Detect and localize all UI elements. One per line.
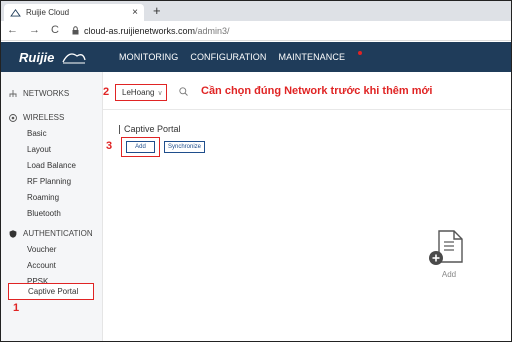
synchronize-button[interactable]: Synchronize — [164, 141, 205, 153]
tab-title: Ruijie Cloud — [26, 8, 70, 17]
add-button[interactable]: Add — [126, 141, 155, 153]
add-button-highlight: Add — [121, 137, 160, 157]
ruijie-logo: Ruijie — [19, 50, 86, 65]
sidebar-networks-label: NETWORKS — [23, 89, 70, 98]
top-nav: MONITORING CONFIGURATION MAINTENANCE — [119, 42, 374, 72]
address-bar: ← → C cloud-as.ruijienetworks.com/admin3… — [1, 21, 511, 41]
new-tab-button[interactable]: + — [153, 3, 161, 18]
step-marker-3: 3 — [106, 140, 113, 152]
shield-icon — [9, 229, 17, 238]
sidebar-item-layout[interactable]: Layout — [27, 145, 51, 154]
synchronize-button-label: Synchronize — [167, 144, 202, 150]
sidebar-item-voucher[interactable]: Voucher — [27, 245, 56, 254]
tab-close-icon[interactable]: × — [132, 7, 138, 18]
step-marker-1: 1 — [13, 302, 20, 314]
step-marker-2: 2 — [103, 86, 110, 98]
sidebar-wireless-label: WIRELESS — [23, 113, 65, 122]
sidebar-authentication-label: AUTHENTICATION — [23, 229, 93, 238]
nav-configuration[interactable]: CONFIGURATION — [190, 52, 266, 62]
instruction-annotation: Cần chọn đúng Network trước khi thêm mới — [201, 85, 433, 97]
network-icon — [9, 89, 17, 97]
app-header: Ruijie MONITORING CONFIGURATION MAINTENA… — [1, 42, 511, 72]
browser-tab[interactable]: Ruijie Cloud × — [4, 4, 144, 21]
sidebar-item-account[interactable]: Account — [27, 261, 56, 270]
sidebar-networks[interactable]: NETWORKS — [9, 89, 69, 98]
sidebar-item-roaming[interactable]: Roaming — [27, 193, 59, 202]
sidebar-item-captive-portal-label: Captive Portal — [28, 287, 79, 296]
main-content: 2 LeHoang ∨ Cần chọn đúng Network trước … — [103, 72, 511, 341]
sidebar-authentication[interactable]: AUTHENTICATION — [9, 229, 93, 238]
url-path: /admin3/ — [195, 25, 230, 36]
empty-add-label: Add — [441, 270, 457, 279]
nav-maintenance[interactable]: MAINTENANCE — [278, 51, 363, 62]
network-toolbar: 2 LeHoang ∨ Cần chọn đúng Network trước … — [103, 72, 511, 110]
url-host: cloud-as.ruijienetworks.com — [83, 25, 195, 36]
sidebar-wireless[interactable]: WIRELESS — [9, 113, 64, 122]
sidebar: NETWORKS WIRELESS Basic Layout Load Bala… — [1, 72, 103, 341]
search-icon[interactable] — [179, 87, 188, 96]
url-field[interactable]: cloud-as.ruijienetworks.com/admin3/ — [84, 26, 230, 36]
reload-icon[interactable]: C — [51, 25, 59, 36]
cloud-icon — [10, 9, 21, 17]
svg-text:Ruijie: Ruijie — [19, 50, 54, 65]
sidebar-item-captive-portal[interactable]: Captive Portal — [8, 283, 94, 300]
add-document-icon[interactable] — [427, 228, 467, 268]
network-select[interactable]: LeHoang ∨ — [115, 84, 167, 101]
screenshot-frame: Ruijie Cloud × + ← → C cloud-as.ruijiene… — [0, 0, 512, 342]
page-title: Captive Portal — [119, 125, 181, 134]
sidebar-item-basic[interactable]: Basic — [27, 129, 47, 138]
nav-maintenance-label: MAINTENANCE — [278, 52, 346, 62]
notification-dot — [358, 51, 363, 55]
sidebar-item-rf-planning[interactable]: RF Planning — [27, 177, 71, 186]
chevron-down-icon: ∨ — [157, 89, 163, 97]
wireless-icon — [9, 113, 17, 122]
sidebar-item-bluetooth[interactable]: Bluetooth — [27, 209, 61, 218]
nav-monitoring[interactable]: MONITORING — [119, 52, 178, 62]
forward-icon[interactable]: → — [29, 25, 40, 36]
network-select-value: LeHoang — [122, 88, 155, 97]
browser-tab-bar: Ruijie Cloud × + — [1, 1, 511, 21]
add-button-label: Add — [135, 144, 146, 150]
back-icon[interactable]: ← — [7, 25, 18, 36]
lock-icon[interactable] — [72, 26, 79, 35]
sidebar-item-load-balance[interactable]: Load Balance — [27, 161, 76, 170]
